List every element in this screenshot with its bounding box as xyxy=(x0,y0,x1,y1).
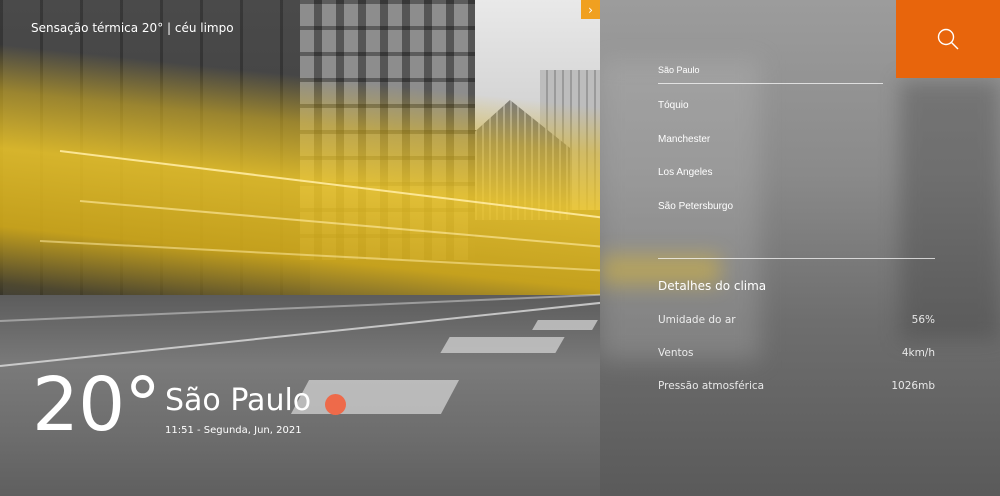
city-item-manchester[interactable]: Manchester xyxy=(658,134,733,168)
search-input[interactable] xyxy=(658,65,883,84)
city-item-los-angeles[interactable]: Los Angeles xyxy=(658,167,733,201)
background-photo: Sensação térmica 20° | céu limpo 20° São… xyxy=(0,0,600,496)
feels-like-text: Sensação térmica 20° | céu limpo xyxy=(31,21,234,35)
search-icon xyxy=(937,28,959,50)
road-marking xyxy=(440,337,565,353)
lane-line xyxy=(0,292,600,322)
city-item-toquio[interactable]: Tóquio xyxy=(658,100,733,134)
lane-line xyxy=(0,300,600,367)
detail-row-pressure: Pressão atmosférica 1026mb xyxy=(658,380,935,392)
detail-row-humidity: Umidade do ar 56% xyxy=(658,314,935,326)
search-button[interactable] xyxy=(896,0,1000,78)
city-name: São Paulo xyxy=(165,383,312,418)
chevron-right-icon[interactable]: › xyxy=(581,0,600,19)
road-marking xyxy=(532,320,598,330)
search-field xyxy=(658,58,883,84)
city-item-sao-petersburgo[interactable]: São Petersburgo xyxy=(658,201,733,235)
detail-label: Ventos xyxy=(658,347,694,359)
divider xyxy=(658,258,935,259)
date-time: 11:51 - Segunda, Jun, 2021 xyxy=(165,425,302,436)
detail-value: 56% xyxy=(911,314,935,326)
city-list: Tóquio Manchester Los Angeles São Peters… xyxy=(658,100,733,234)
panel-backdrop xyxy=(900,80,1000,340)
road-marking xyxy=(290,380,460,414)
details-title: Detalhes do clima xyxy=(658,279,767,293)
temperature: 20° xyxy=(32,362,161,448)
detail-row-wind: Ventos 4km/h xyxy=(658,347,935,359)
detail-value: 1026mb xyxy=(891,380,935,392)
detail-label: Umidade do ar xyxy=(658,314,736,326)
weather-status-dot xyxy=(325,394,346,415)
detail-label: Pressão atmosférica xyxy=(658,380,765,392)
detail-value: 4km/h xyxy=(901,347,935,359)
